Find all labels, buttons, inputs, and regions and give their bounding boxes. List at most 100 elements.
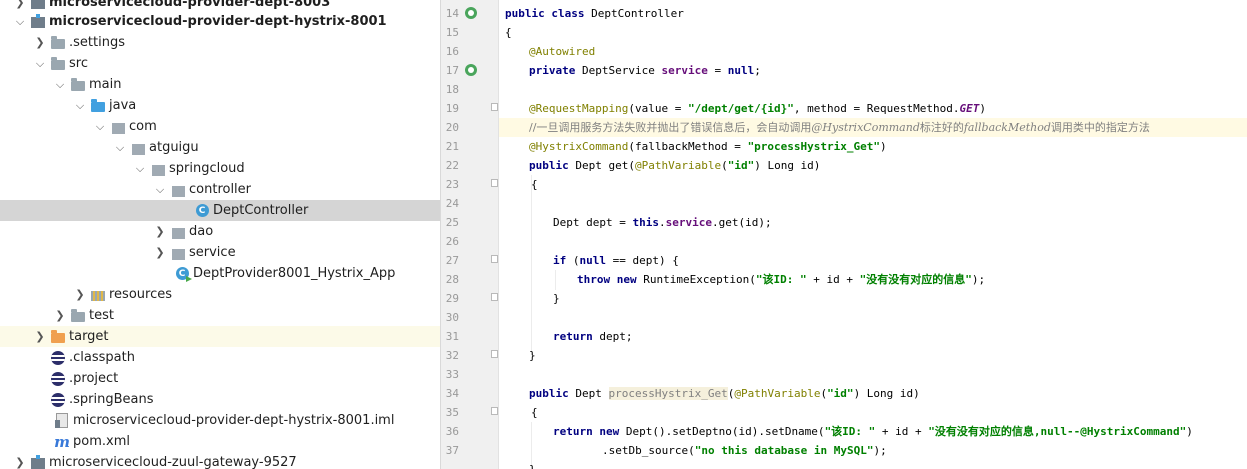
autowired-bean-icon[interactable] — [465, 64, 477, 76]
fold-marker-icon[interactable] — [491, 179, 498, 187]
folder-icon — [50, 35, 66, 51]
chevron-right-icon[interactable]: ❯ — [154, 221, 166, 242]
gutter-line: 18 — [445, 83, 459, 96]
tree-item-target[interactable]: ❯ target — [0, 326, 440, 347]
maven-icon: m — [54, 432, 70, 451]
tree-item-iml[interactable]: microservicecloud-provider-dept-hystrix-… — [0, 410, 440, 431]
tree-item-label: target — [69, 329, 109, 344]
tree-item-label: pom.xml — [73, 434, 130, 449]
chevron-down-icon[interactable]: ⌵ — [34, 53, 46, 74]
tree-item-test[interactable]: ❯ test — [0, 305, 440, 326]
tree-item-service[interactable]: ❯ service — [0, 242, 440, 263]
tree-item-springbeans[interactable]: .springBeans — [0, 389, 440, 410]
package-icon — [170, 245, 186, 261]
spring-boot-app-icon: C — [174, 266, 192, 282]
resources-folder-icon — [90, 287, 106, 303]
fold-marker-icon[interactable] — [491, 350, 498, 358]
tree-item-app-class[interactable]: C DeptProvider8001_Hystrix_App — [0, 263, 440, 284]
gutter-line: 26 — [445, 235, 459, 248]
gutter-line: 17 — [441, 61, 498, 80]
tree-item-label: dao — [189, 224, 214, 239]
tree-item-dao[interactable]: ❯ dao — [0, 221, 440, 242]
tree-item-deptcontroller[interactable]: C DeptController — [0, 200, 440, 221]
chevron-right-icon[interactable]: ❯ — [34, 326, 46, 347]
tree-item-provider-dept-hystrix-8001[interactable]: ⌵ microservicecloud-provider-dept-hystri… — [0, 11, 440, 32]
chevron-down-icon[interactable]: ⌵ — [114, 137, 126, 158]
code-line: public class DeptController — [505, 7, 684, 20]
code-line: } — [553, 292, 560, 305]
source-folder-icon — [90, 98, 106, 114]
package-icon — [110, 119, 126, 135]
tree-item-zuul-gateway[interactable]: ❯ microservicecloud-zuul-gateway-9527 — [0, 452, 440, 469]
code-line: } — [529, 349, 536, 362]
tree-item-springcloud[interactable]: ⌵ springcloud — [0, 158, 440, 179]
tree-item-label: .settings — [69, 35, 125, 50]
tree-item-label: controller — [189, 182, 252, 197]
tree-item-pom[interactable]: m pom.xml — [0, 431, 440, 452]
gutter-line: 31 — [445, 330, 459, 343]
fold-marker-icon[interactable] — [491, 103, 498, 111]
chevron-right-icon[interactable]: ❯ — [74, 284, 86, 305]
tree-item-classpath[interactable]: .classpath — [0, 347, 440, 368]
excluded-folder-icon — [50, 329, 66, 345]
editor-gutter[interactable]: 14 15 16 17 18 19 20 21 22 23 24 25 26 2… — [441, 0, 499, 469]
tree-item-label: .classpath — [69, 350, 135, 365]
chevron-down-icon[interactable]: ⌵ — [94, 116, 106, 137]
tree-item-label: DeptController — [213, 203, 309, 218]
tree-item-label: microservicecloud-zuul-gateway-9527 — [49, 455, 297, 469]
tree-item-src[interactable]: ⌵ src — [0, 53, 440, 74]
tree-item-resources[interactable]: ❯ resources — [0, 284, 440, 305]
folder-icon — [50, 56, 66, 72]
module-folder-icon — [30, 0, 46, 11]
eclipse-file-icon — [50, 350, 66, 366]
package-icon — [170, 182, 186, 198]
tree-item-main[interactable]: ⌵ main — [0, 74, 440, 95]
tree-item-atguigu[interactable]: ⌵ atguigu — [0, 137, 440, 158]
package-icon — [130, 140, 146, 156]
chevron-right-icon[interactable]: ❯ — [154, 242, 166, 263]
code-line: throw new RuntimeException("该ID: " + id … — [577, 273, 986, 286]
chevron-right-icon[interactable]: ❯ — [54, 305, 66, 326]
gutter-line: 15 — [445, 26, 459, 39]
tree-item-project[interactable]: .project — [0, 368, 440, 389]
gutter-line: 35 — [441, 403, 498, 422]
code-line: Dept dept = this.service.get(id); — [553, 216, 772, 229]
gutter-line: 21 — [445, 140, 459, 153]
tree-item-java[interactable]: ⌵ java — [0, 95, 440, 116]
chevron-right-icon[interactable]: ❯ — [34, 32, 46, 53]
chevron-down-icon[interactable]: ⌵ — [74, 95, 86, 116]
spring-bean-icon[interactable] — [465, 7, 477, 19]
tree-item-settings[interactable]: ❯ .settings — [0, 32, 440, 53]
chevron-down-icon[interactable]: ⌵ — [134, 158, 146, 179]
gutter-line: 37 — [445, 444, 459, 457]
fold-marker-icon[interactable] — [491, 255, 498, 263]
gutter-line: 34 — [445, 387, 459, 400]
tree-item-label: .springBeans — [69, 392, 154, 407]
module-folder-icon — [30, 14, 46, 30]
fold-marker-icon[interactable] — [491, 293, 498, 301]
java-class-icon: C — [194, 203, 210, 219]
chevron-down-icon[interactable]: ⌵ — [14, 11, 26, 32]
tree-item-label: test — [89, 308, 114, 323]
tree-item-label: java — [109, 98, 137, 113]
code-line: public Dept processHystrix_Get(@PathVari… — [529, 387, 920, 400]
chevron-down-icon[interactable]: ⌵ — [54, 74, 66, 95]
fold-marker-icon[interactable] — [491, 407, 498, 415]
chevron-down-icon[interactable]: ⌵ — [154, 179, 166, 200]
code-line: return dept; — [553, 330, 633, 343]
gutter-line: 30 — [445, 311, 459, 324]
gutter-line: 27 — [441, 251, 498, 270]
code-line: return new Dept().setDeptno(id).setDname… — [553, 425, 1193, 438]
package-icon — [170, 224, 186, 240]
tree-item-controller[interactable]: ⌵ controller — [0, 179, 440, 200]
gutter-line: 14 — [441, 4, 498, 23]
gutter-line: 23 — [441, 175, 498, 194]
code-editor[interactable]: public class DeptController { @Autowired… — [499, 0, 1247, 469]
chevron-right-icon[interactable]: ❯ — [14, 452, 26, 469]
tree-item-label: atguigu — [149, 140, 199, 155]
tree-item-com[interactable]: ⌵ com — [0, 116, 440, 137]
module-folder-icon — [30, 455, 46, 469]
gutter-line: 33 — [445, 368, 459, 381]
code-line: { — [531, 406, 538, 419]
eclipse-file-icon — [50, 371, 66, 387]
